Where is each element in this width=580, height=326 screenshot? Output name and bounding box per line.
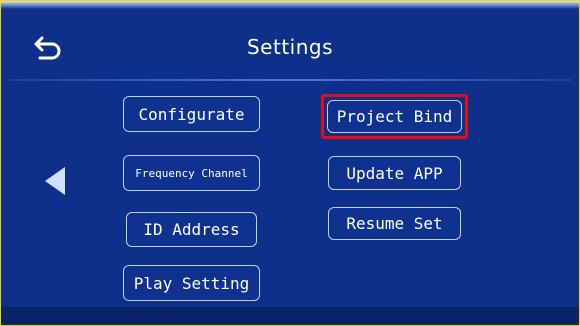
play-setting-button[interactable]: Play Setting	[123, 265, 260, 301]
top-glow	[1, 1, 579, 9]
project-bind-button[interactable]: Project Bind	[327, 100, 462, 133]
configurate-label: Configurate	[138, 104, 245, 124]
resume-set-button[interactable]: Resume Set	[328, 207, 461, 240]
id-address-label: ID Address	[143, 220, 240, 239]
left-arrow-icon[interactable]	[45, 167, 65, 195]
frequency-channel-label: Frequency Channel	[135, 166, 248, 180]
configurate-button[interactable]: Configurate	[123, 96, 260, 132]
resume-set-label: Resume Set	[346, 214, 443, 233]
project-bind-label: Project Bind	[336, 107, 453, 126]
bottom-bar	[1, 307, 579, 325]
update-app-label: Update APP	[346, 163, 443, 183]
id-address-button[interactable]: ID Address	[126, 212, 257, 247]
settings-screen: Settings Configurate Frequency Channel I…	[0, 0, 580, 326]
frequency-channel-button[interactable]: Frequency Channel	[123, 155, 260, 191]
page-title: Settings	[246, 35, 334, 59]
header-divider	[9, 79, 571, 81]
update-app-button[interactable]: Update APP	[328, 156, 461, 190]
play-setting-label: Play Setting	[133, 273, 250, 293]
